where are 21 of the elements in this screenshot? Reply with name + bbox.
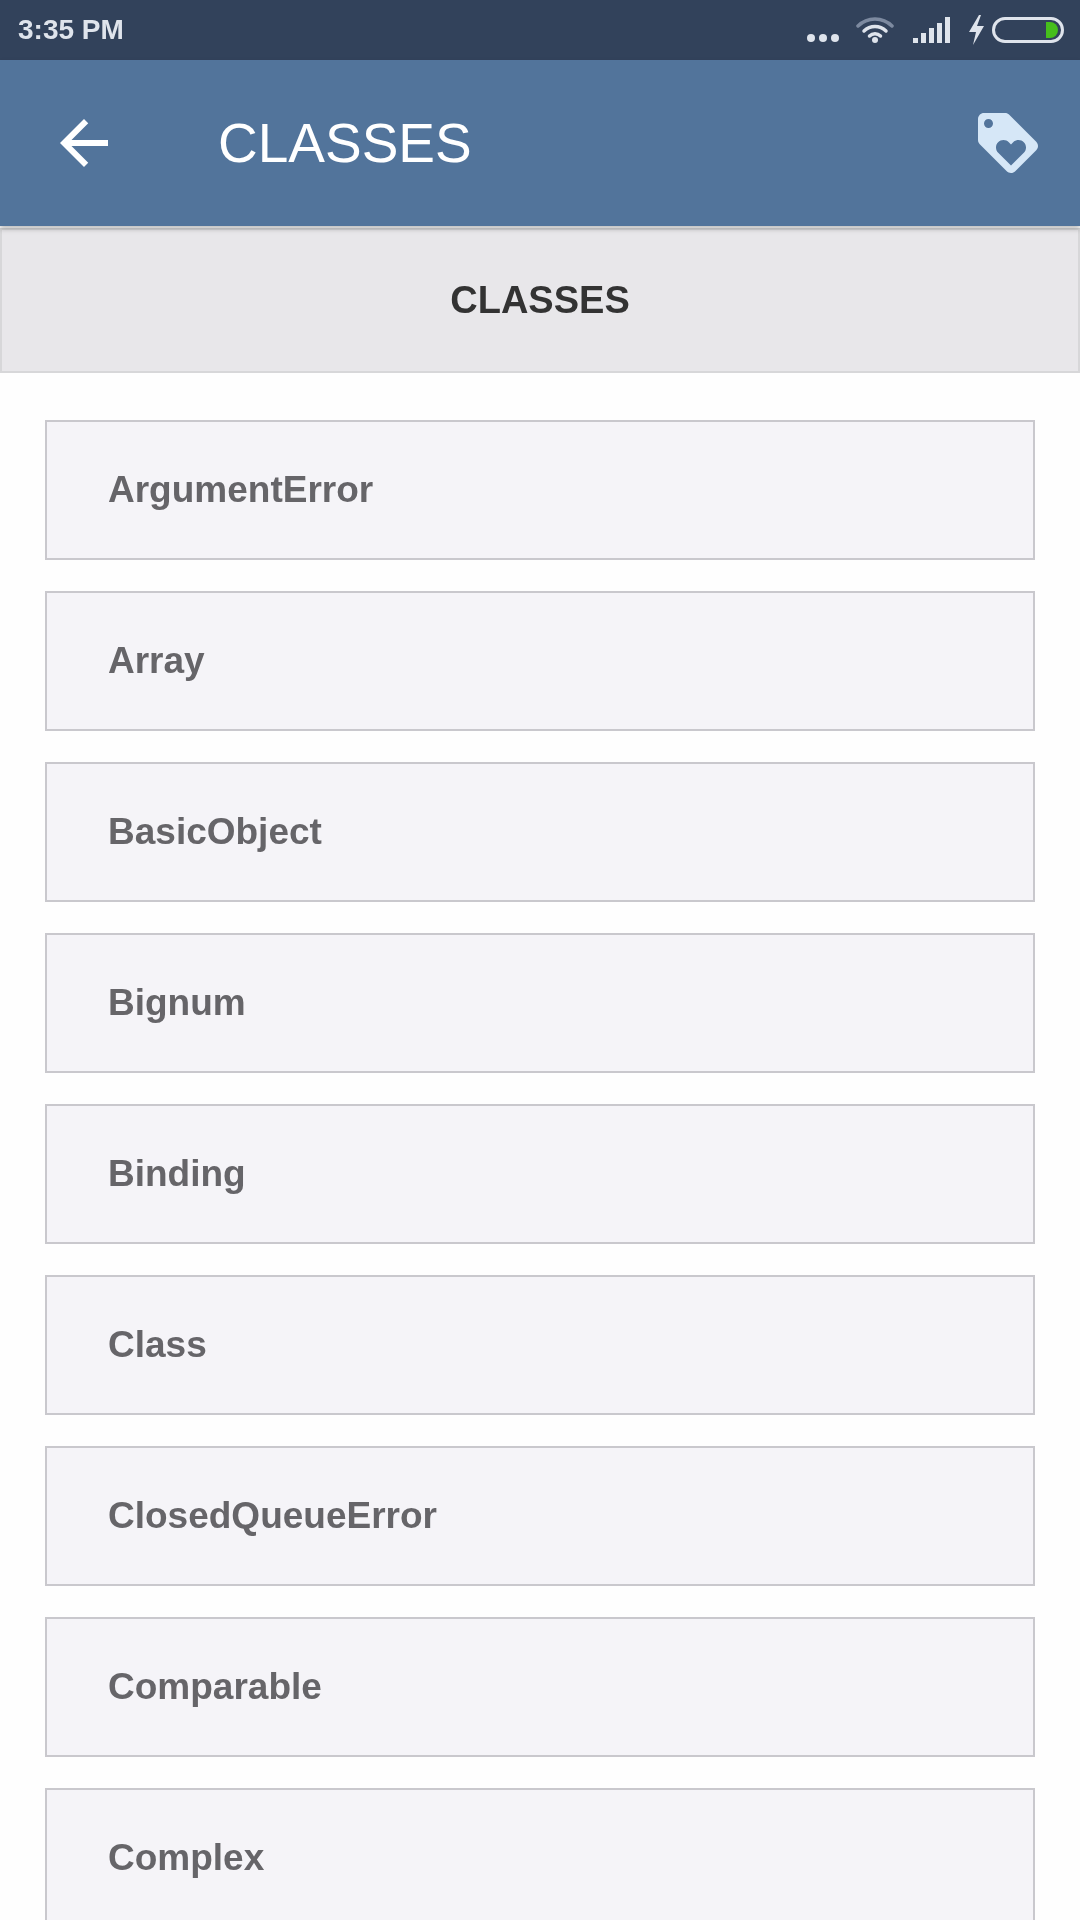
app-bar-title: CLASSES	[218, 111, 472, 175]
signal-icon	[913, 17, 950, 43]
class-list-item[interactable]: ClosedQueueError	[45, 1446, 1035, 1586]
bolt-icon	[968, 15, 985, 45]
wifi-icon	[856, 17, 894, 43]
class-list-item[interactable]: Complex	[45, 1788, 1035, 1920]
section-title: CLASSES	[450, 279, 630, 322]
tag-heart-icon	[978, 113, 1038, 173]
class-list-item[interactable]: ArgumentError	[45, 420, 1035, 560]
class-list-item[interactable]: Bignum	[45, 933, 1035, 1073]
back-arrow-icon	[60, 119, 108, 167]
battery-icon	[992, 17, 1064, 43]
class-list-item[interactable]: Array	[45, 591, 1035, 731]
class-list-item[interactable]: Class	[45, 1275, 1035, 1415]
status-time: 3:35 PM	[18, 14, 124, 46]
class-list-item[interactable]: Comparable	[45, 1617, 1035, 1757]
back-button[interactable]	[60, 119, 108, 167]
class-list-item[interactable]: BasicObject	[45, 762, 1035, 902]
favorites-button[interactable]	[978, 113, 1038, 173]
dots-icon	[807, 34, 839, 42]
class-list-item[interactable]: Binding	[45, 1104, 1035, 1244]
